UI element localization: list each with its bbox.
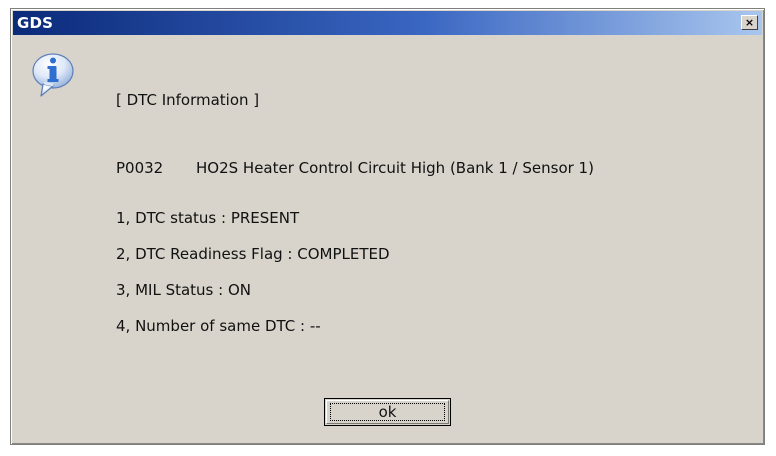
dialog-content: [ DTC Information ] P0032 HO2S Heater Co… — [11, 9, 764, 444]
info-icon — [32, 53, 74, 97]
dtc-status-item: 1, DTC status : PRESENT — [116, 209, 300, 227]
ok-button[interactable]: ok — [324, 398, 451, 426]
dtc-description: HO2S Heater Control Circuit High (Bank 1… — [196, 159, 594, 177]
gds-dialog-window: GDS × [ DTC Information ] P0032 HO2S Hea… — [10, 8, 765, 445]
dtc-info-header: [ DTC Information ] — [116, 91, 260, 109]
dtc-code: P0032 — [116, 159, 164, 177]
mil-status-item: 3, MIL Status : ON — [116, 281, 251, 299]
same-dtc-count-item: 4, Number of same DTC : -- — [116, 317, 321, 335]
dtc-readiness-item: 2, DTC Readiness Flag : COMPLETED — [116, 245, 390, 263]
ok-button-label: ok — [330, 403, 445, 421]
